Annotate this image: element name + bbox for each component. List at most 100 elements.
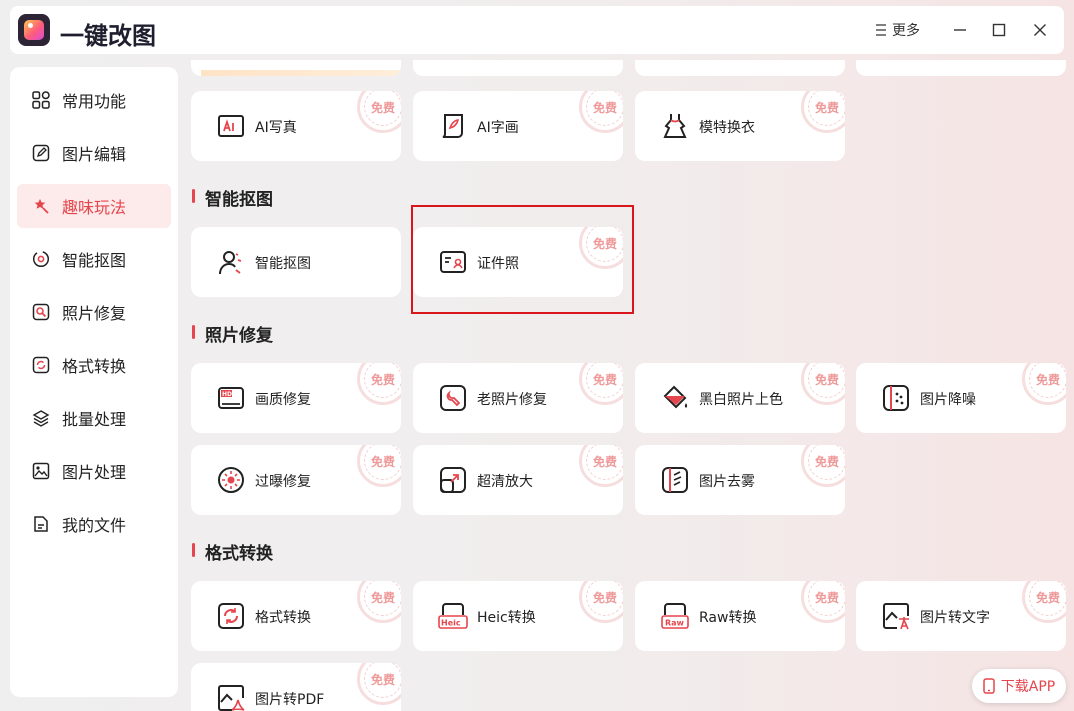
main-content[interactable]: AI写真 免费 AI字画 免费 模特换衣 免费 智能抠图 智能抠图 证件照 免费…	[180, 60, 1074, 711]
sidebar-item-label: 图片编辑	[62, 145, 127, 164]
feature-card-denoise[interactable]: 图片降噪 免费	[856, 363, 1066, 433]
sidebar-item-common[interactable]: 常用功能	[17, 78, 171, 122]
feature-card-ai-portrait[interactable]: AI写真 免费	[191, 91, 401, 161]
svg-text:Raw: Raw	[665, 619, 685, 628]
scroll-icon	[442, 114, 463, 138]
feature-label: 图片去雾	[699, 474, 755, 490]
hd-icon: HD	[218, 387, 244, 409]
free-badge: 免费	[801, 363, 845, 405]
free-badge: 免费	[579, 227, 623, 269]
feature-card-overexposure-repair[interactable]: 过曝修复 免费	[191, 445, 401, 515]
sidebar-item-batch[interactable]: 批量处理	[17, 396, 171, 440]
feature-label: 证件照	[477, 256, 519, 272]
menu-icon	[876, 24, 886, 36]
heic-file-icon: Heic	[438, 603, 468, 629]
free-badge: 免费	[357, 663, 401, 705]
edit-icon	[32, 144, 50, 162]
sidebar-item-image-process[interactable]: 图片处理	[17, 449, 171, 493]
feature-label: 图片转PDF	[255, 692, 325, 708]
free-badge: 免费	[1022, 363, 1066, 405]
layers-icon	[32, 410, 50, 427]
feature-card-partial[interactable]	[856, 60, 1066, 76]
feature-card-colorize[interactable]: 黑白照片上色 免费	[635, 363, 845, 433]
sidebar-item-fun[interactable]: 趣味玩法	[17, 184, 171, 228]
magic-icon	[34, 199, 49, 214]
person-cutout-icon	[219, 251, 242, 275]
svg-text:Heic: Heic	[441, 619, 461, 628]
feature-card-model-outfit[interactable]: 模特换衣 免费	[635, 91, 845, 161]
sidebar: 常用功能 图片编辑 趣味玩法 智能抠图 照片修复 格式转换 批量处理 图片处理 …	[10, 67, 178, 697]
feature-label: Heic转换	[477, 610, 536, 626]
svg-text:HD: HD	[222, 391, 232, 398]
free-badge: 免费	[801, 91, 845, 133]
dehaze-icon	[662, 467, 688, 493]
free-badge: 免费	[579, 363, 623, 405]
feature-label: 黑白照片上色	[699, 392, 783, 408]
sidebar-item-repair[interactable]: 照片修复	[17, 290, 171, 334]
feature-card-partial[interactable]	[635, 60, 845, 76]
minimize-icon	[954, 29, 966, 31]
sidebar-item-edit[interactable]: 图片编辑	[17, 131, 171, 175]
sidebar-item-cutout[interactable]: 智能抠图	[17, 237, 171, 281]
feature-card-dehaze[interactable]: 图片去雾 免费	[635, 445, 845, 515]
sidebar-item-my-files[interactable]: 我的文件	[17, 502, 171, 546]
section-title-repair: 照片修复	[192, 321, 273, 346]
feature-card-format-convert[interactable]: 格式转换 免费	[191, 581, 401, 651]
convert-icon	[32, 356, 50, 374]
free-badge: 免费	[357, 581, 401, 623]
title-bar: 一键改图 更多	[10, 6, 1064, 54]
download-app-button[interactable]: 下载APP	[972, 669, 1066, 703]
feature-label: 图片转文字	[920, 610, 990, 626]
feature-card-quality-repair[interactable]: HD 画质修复 免费	[191, 363, 401, 433]
sidebar-item-label: 格式转换	[62, 357, 127, 376]
feature-label: 模特换衣	[699, 120, 755, 136]
feature-card-heic-convert[interactable]: Heic Heic转换 免费	[413, 581, 623, 651]
feature-card-id-photo[interactable]: 证件照 免费	[413, 227, 623, 297]
denoise-icon	[883, 385, 909, 411]
feature-card-image-to-pdf[interactable]: 图片转PDF 免费	[191, 663, 401, 711]
free-badge: 免费	[357, 91, 401, 133]
download-app-label: 下载APP	[1000, 679, 1056, 695]
feature-card-upscale[interactable]: 超清放大 免费	[413, 445, 623, 515]
maximize-button[interactable]	[985, 16, 1013, 44]
phone-icon	[983, 678, 995, 694]
feature-card-partial[interactable]	[191, 60, 401, 76]
repair-icon	[32, 303, 50, 321]
sun-icon	[218, 467, 244, 493]
feature-label: 过曝修复	[255, 474, 311, 490]
feature-label: 老照片修复	[477, 392, 547, 408]
free-badge: 免费	[579, 91, 623, 133]
feature-card-ai-calligraphy[interactable]: AI字画 免费	[413, 91, 623, 161]
sidebar-item-convert[interactable]: 格式转换	[17, 343, 171, 387]
minimize-button[interactable]	[946, 16, 974, 44]
more-button[interactable]: 更多	[874, 20, 920, 40]
format-convert-icon	[218, 603, 244, 629]
feature-card-smart-cutout[interactable]: 智能抠图	[191, 227, 401, 297]
sidebar-item-label: 智能抠图	[62, 251, 127, 270]
sidebar-item-label: 常用功能	[62, 92, 127, 111]
close-icon	[1034, 24, 1046, 36]
feature-label: 超清放大	[477, 474, 533, 490]
feature-label: 智能抠图	[255, 256, 311, 272]
sidebar-item-label: 照片修复	[62, 304, 127, 323]
free-badge: 免费	[801, 445, 845, 487]
close-button[interactable]	[1026, 16, 1054, 44]
section-title-cutout: 智能抠图	[192, 185, 273, 210]
free-badge: 免费	[357, 445, 401, 487]
feature-label: AI字画	[477, 120, 519, 136]
dress-icon	[663, 114, 687, 138]
feature-card-image-to-text[interactable]: 图片转文字 免费	[856, 581, 1066, 651]
more-label: 更多	[892, 23, 920, 39]
feature-label: 画质修复	[255, 392, 311, 408]
file-icon	[34, 516, 48, 532]
expand-icon	[440, 467, 466, 493]
feature-card-raw-convert[interactable]: Raw Raw转换 免费	[635, 581, 845, 651]
section-title-convert: 格式转换	[192, 539, 273, 564]
feature-card-partial[interactable]	[413, 60, 623, 76]
sidebar-item-label: 我的文件	[62, 516, 127, 535]
cutout-icon	[32, 250, 50, 268]
grid-icon	[32, 91, 50, 109]
feature-label: AI写真	[255, 120, 297, 136]
sidebar-item-label: 趣味玩法	[62, 198, 127, 217]
feature-card-old-photo-repair[interactable]: 老照片修复 免费	[413, 363, 623, 433]
